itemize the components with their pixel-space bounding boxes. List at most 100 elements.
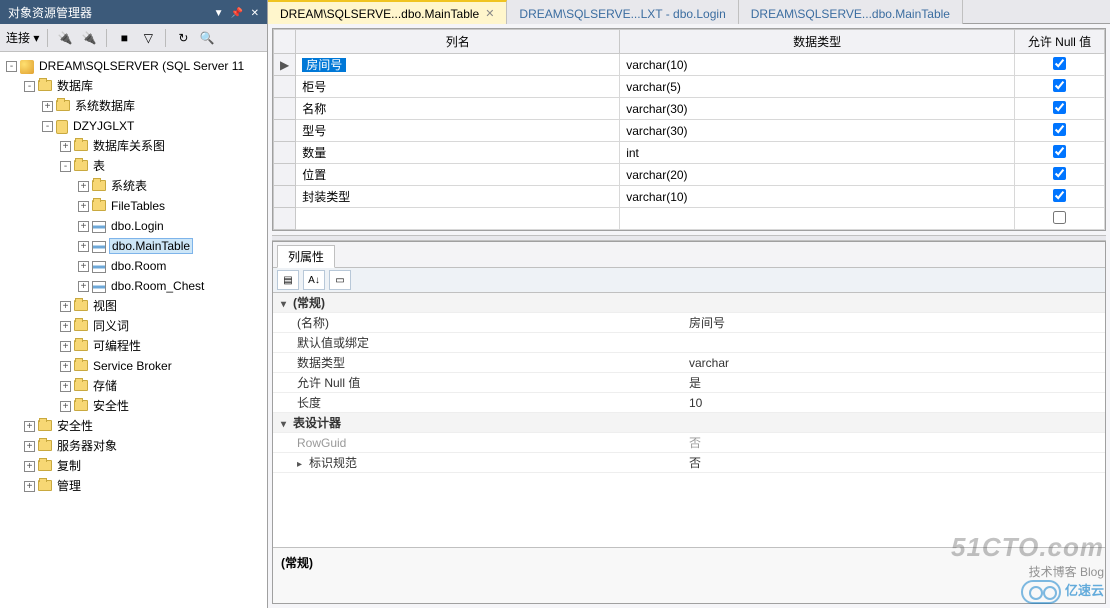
allow-null-cell[interactable] [1015, 186, 1105, 208]
data-type-cell[interactable]: varchar(20) [620, 164, 1015, 186]
expand-icon[interactable]: + [78, 221, 89, 232]
allow-null-checkbox[interactable] [1053, 145, 1066, 158]
tree-node[interactable]: +FileTables [2, 196, 265, 216]
tree-node[interactable]: +Service Broker [2, 356, 265, 376]
data-type-cell[interactable]: int [620, 142, 1015, 164]
expand-icon[interactable]: + [78, 261, 89, 272]
expand-icon[interactable]: - [42, 121, 53, 132]
column-name-cell[interactable]: 柜号 [296, 76, 620, 98]
allow-null-cell[interactable] [1015, 98, 1105, 120]
column-name-cell[interactable]: 房间号 [296, 54, 620, 76]
allow-null-checkbox[interactable] [1053, 211, 1066, 224]
data-type-cell[interactable]: varchar(30) [620, 120, 1015, 142]
data-type-cell[interactable]: varchar(5) [620, 76, 1015, 98]
dropdown-icon[interactable]: ▼ [214, 8, 224, 19]
tree-node[interactable]: +视图 [2, 296, 265, 316]
tree-node[interactable]: +数据库关系图 [2, 136, 265, 156]
tree-node[interactable]: +dbo.Room_Chest [2, 276, 265, 296]
row-selector[interactable] [274, 186, 296, 208]
row-selector[interactable] [274, 76, 296, 98]
column-name-cell[interactable]: 位置 [296, 164, 620, 186]
property-value[interactable]: varchar [689, 356, 1105, 370]
property-pages-icon[interactable]: ▭ [329, 270, 351, 290]
property-row[interactable]: (名称)房间号 [273, 313, 1105, 333]
expand-icon[interactable]: + [60, 341, 71, 352]
connect-icon[interactable]: 🔌 [56, 29, 74, 47]
expand-icon[interactable]: + [24, 421, 35, 432]
property-grid[interactable]: ▾(常规)(名称)房间号默认值或绑定数据类型varchar允许 Null 值是长… [273, 293, 1105, 547]
allow-null-checkbox[interactable] [1053, 57, 1066, 70]
property-tab[interactable]: 列属性 [277, 245, 335, 268]
expand-icon[interactable]: + [60, 361, 71, 372]
tree-node[interactable]: +dbo.Room [2, 256, 265, 276]
property-row[interactable]: ▸标识规范否 [273, 453, 1105, 473]
search-icon[interactable]: 🔍 [198, 29, 216, 47]
column-row[interactable]: 位置 varchar(20) [274, 164, 1105, 186]
document-tab[interactable]: DREAM\SQLSERVE...dbo.MainTable [739, 0, 963, 24]
property-value[interactable]: 否 [689, 434, 1105, 451]
tree-node[interactable]: +存储 [2, 376, 265, 396]
col-header-null[interactable]: 允许 Null 值 [1015, 30, 1105, 54]
data-type-cell[interactable]: varchar(30) [620, 98, 1015, 120]
col-header-name[interactable]: 列名 [296, 30, 620, 54]
property-value[interactable]: 10 [689, 396, 1105, 410]
allow-null-cell[interactable] [1015, 76, 1105, 98]
row-selector[interactable] [274, 98, 296, 120]
tree-node[interactable]: +服务器对象 [2, 436, 265, 456]
allow-null-cell[interactable] [1015, 164, 1105, 186]
property-row[interactable]: 允许 Null 值是 [273, 373, 1105, 393]
expand-icon[interactable]: - [60, 161, 71, 172]
categorized-icon[interactable]: ▤ [277, 270, 299, 290]
column-row[interactable]: ▶ 房间号 varchar(10) [274, 54, 1105, 76]
row-selector[interactable] [274, 164, 296, 186]
expand-icon[interactable]: - [24, 81, 35, 92]
property-row[interactable]: 长度10 [273, 393, 1105, 413]
column-row[interactable]: 数量 int [274, 142, 1105, 164]
column-row[interactable]: 柜号 varchar(5) [274, 76, 1105, 98]
expand-icon[interactable]: + [24, 481, 35, 492]
collapse-icon[interactable]: ▾ [281, 299, 291, 310]
allow-null-checkbox[interactable] [1053, 101, 1066, 114]
data-type-cell[interactable]: varchar(10) [620, 54, 1015, 76]
column-row[interactable]: 名称 varchar(30) [274, 98, 1105, 120]
tree-node[interactable]: -DREAM\SQLSERVER (SQL Server 11 [2, 56, 265, 76]
expand-icon[interactable]: + [78, 241, 89, 252]
close-icon[interactable]: ✕ [251, 8, 259, 19]
col-header-type[interactable]: 数据类型 [620, 30, 1015, 54]
disconnect-icon[interactable]: 🔌 [80, 29, 98, 47]
column-name-cell[interactable]: 名称 [296, 98, 620, 120]
pin-icon[interactable]: 📌 [231, 8, 243, 19]
tree-node[interactable]: +同义词 [2, 316, 265, 336]
tree-node[interactable]: -DZYJGLXT [2, 116, 265, 136]
allow-null-checkbox[interactable] [1053, 189, 1066, 202]
tree-node[interactable]: +管理 [2, 476, 265, 496]
expand-icon[interactable]: + [78, 201, 89, 212]
column-name-cell[interactable]: 数量 [296, 142, 620, 164]
tree-node[interactable]: +可编程性 [2, 336, 265, 356]
expand-icon[interactable]: + [24, 461, 35, 472]
data-type-cell[interactable]: varchar(10) [620, 186, 1015, 208]
expand-icon[interactable]: + [78, 281, 89, 292]
connect-button[interactable]: 连接 ▾ [6, 29, 39, 46]
row-selector[interactable] [274, 142, 296, 164]
expand-icon[interactable]: ▸ [297, 459, 307, 470]
property-row[interactable]: RowGuid否 [273, 433, 1105, 453]
tree-node[interactable]: +dbo.MainTable [2, 236, 265, 256]
expand-icon[interactable]: + [78, 181, 89, 192]
alphabetical-icon[interactable]: A↓ [303, 270, 325, 290]
expand-icon[interactable]: + [60, 301, 71, 312]
property-value[interactable]: 是 [689, 374, 1105, 391]
allow-null-checkbox[interactable] [1053, 167, 1066, 180]
columns-grid[interactable]: 列名 数据类型 允许 Null 值 ▶ 房间号 varchar(10) 柜号 v… [273, 29, 1105, 230]
property-row[interactable]: 数据类型varchar [273, 353, 1105, 373]
filter-icon[interactable]: ▽ [139, 29, 157, 47]
expand-icon[interactable]: + [60, 381, 71, 392]
allow-null-cell[interactable] [1015, 142, 1105, 164]
property-value[interactable]: 房间号 [689, 314, 1105, 331]
tree-node[interactable]: +复制 [2, 456, 265, 476]
row-selector[interactable]: ▶ [274, 54, 296, 76]
row-selector[interactable] [274, 120, 296, 142]
expand-icon[interactable]: + [24, 441, 35, 452]
allow-null-cell[interactable] [1015, 54, 1105, 76]
expand-icon[interactable]: + [60, 321, 71, 332]
